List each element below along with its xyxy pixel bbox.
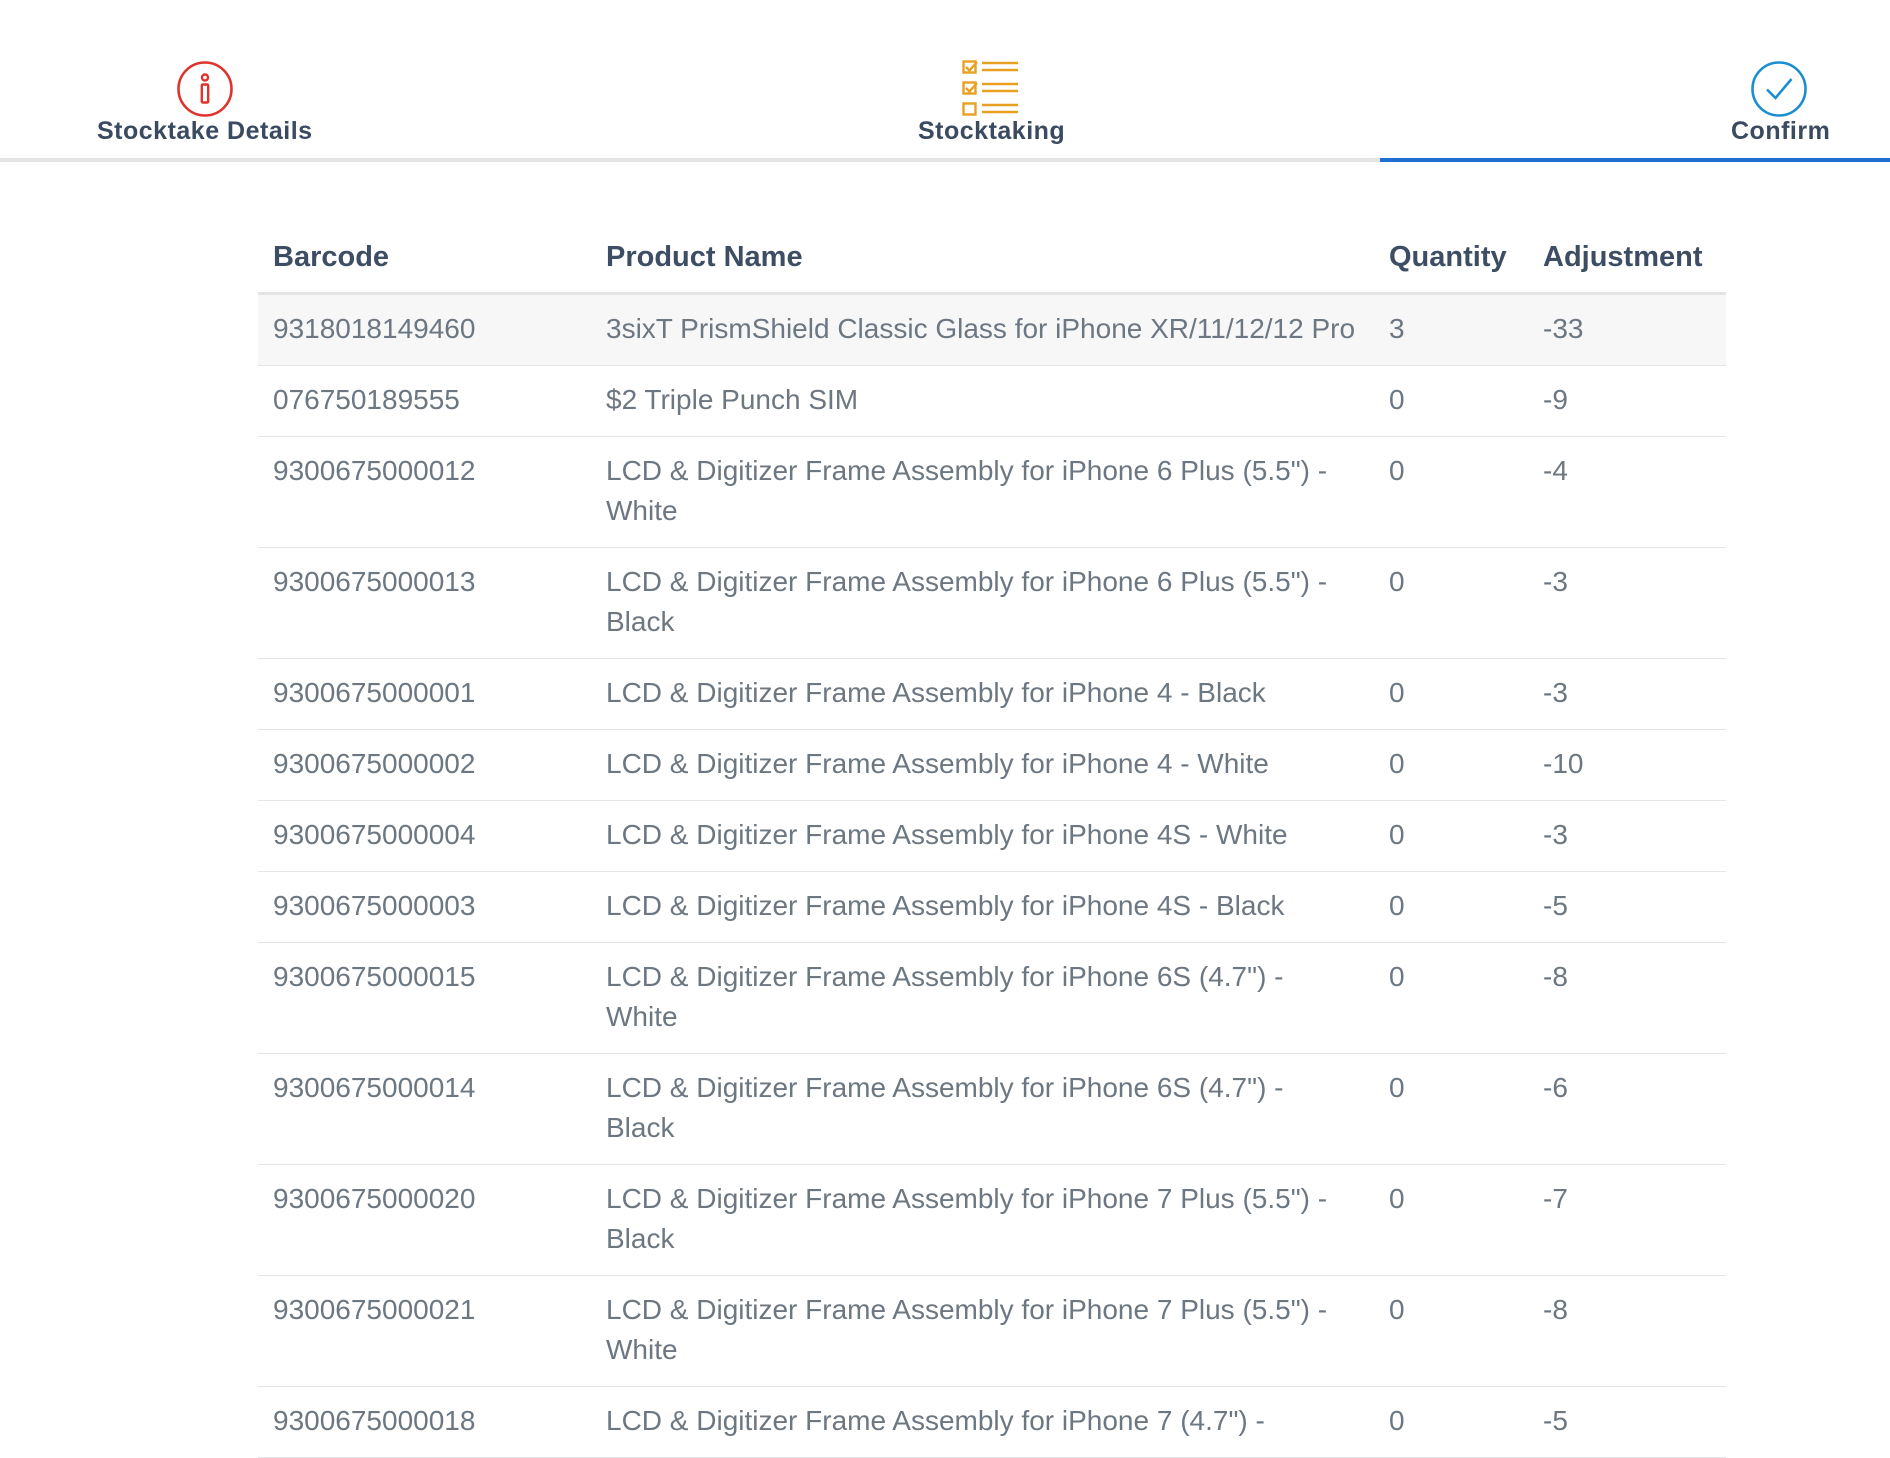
cell-barcode: 9300675000004: [258, 800, 591, 872]
tab-label: Stocktake Details: [97, 117, 313, 145]
cell-quantity: 0: [1374, 436, 1528, 548]
cell-barcode: 076750189555: [258, 365, 591, 437]
cell-product-name: LCD & Digitizer Frame Assembly for iPhon…: [591, 1275, 1374, 1387]
cell-adjustment: -10: [1528, 729, 1726, 801]
column-header-adjustment[interactable]: Adjustment: [1528, 222, 1726, 295]
cell-adjustment: -33: [1528, 293, 1726, 366]
info-icon: [176, 60, 234, 118]
cell-adjustment: -3: [1528, 800, 1726, 872]
table-row[interactable]: 076750189555 $2 Triple Punch SIM 0 -9: [258, 365, 1726, 437]
tab-label: Confirm: [1731, 117, 1831, 145]
table-row[interactable]: 9300675000004 LCD & Digitizer Frame Asse…: [258, 800, 1726, 872]
cell-barcode: 9300675000002: [258, 729, 591, 801]
tab-stocktaking[interactable]: Stocktaking: [860, 0, 1280, 162]
column-header-product-name[interactable]: Product Name: [591, 222, 1374, 295]
cell-barcode: 9300675000021: [258, 1275, 591, 1387]
cell-adjustment: -8: [1528, 1275, 1726, 1387]
checklist-icon: [962, 60, 1020, 118]
cell-adjustment: -6: [1528, 1053, 1726, 1165]
cell-barcode: 9300675000012: [258, 436, 591, 548]
column-header-barcode[interactable]: Barcode: [258, 222, 591, 295]
cell-product-name: LCD & Digitizer Frame Assembly for iPhon…: [591, 1164, 1374, 1276]
cell-quantity: 0: [1374, 1053, 1528, 1165]
cell-barcode: 9300675000018: [258, 1386, 591, 1458]
stocktake-table: Barcode Product Name Quantity Adjustment…: [258, 222, 1726, 1458]
cell-quantity: 0: [1374, 365, 1528, 437]
cell-barcode: 9318018149460: [258, 293, 591, 366]
tab-label: Stocktaking: [918, 117, 1066, 145]
cell-product-name: LCD & Digitizer Frame Assembly for iPhon…: [591, 800, 1374, 872]
cell-barcode: 9300675000003: [258, 871, 591, 943]
table-row[interactable]: 9300675000013 LCD & Digitizer Frame Asse…: [258, 547, 1726, 659]
cell-barcode: 9300675000001: [258, 658, 591, 730]
cell-quantity: 0: [1374, 942, 1528, 1054]
table-row[interactable]: 9300675000014 LCD & Digitizer Frame Asse…: [258, 1053, 1726, 1165]
column-header-quantity[interactable]: Quantity: [1374, 222, 1528, 295]
table-row[interactable]: 9300675000018 LCD & Digitizer Frame Asse…: [258, 1386, 1726, 1458]
cell-quantity: 0: [1374, 1275, 1528, 1387]
cell-product-name: LCD & Digitizer Frame Assembly for iPhon…: [591, 547, 1374, 659]
cell-product-name: 3sixT PrismShield Classic Glass for iPho…: [591, 293, 1374, 366]
cell-product-name: LCD & Digitizer Frame Assembly for iPhon…: [591, 871, 1374, 943]
table-row[interactable]: 9300675000002 LCD & Digitizer Frame Asse…: [258, 729, 1726, 801]
cell-product-name: LCD & Digitizer Frame Assembly for iPhon…: [591, 658, 1374, 730]
cell-barcode: 9300675000015: [258, 942, 591, 1054]
step-tabs: Stocktake Details Stocktaking Confirm: [0, 0, 1890, 162]
tab-stocktake-details[interactable]: Stocktake Details: [0, 0, 420, 162]
cell-quantity: 0: [1374, 547, 1528, 659]
cell-barcode: 9300675000014: [258, 1053, 591, 1165]
active-tab-indicator: [1380, 158, 1890, 162]
cell-barcode: 9300675000020: [258, 1164, 591, 1276]
cell-quantity: 0: [1374, 1164, 1528, 1276]
table-header-row: Barcode Product Name Quantity Adjustment: [258, 222, 1726, 295]
cell-adjustment: -5: [1528, 1386, 1726, 1458]
cell-quantity: 3: [1374, 293, 1528, 366]
cell-adjustment: -4: [1528, 436, 1726, 548]
table-row[interactable]: 9300675000001 LCD & Digitizer Frame Asse…: [258, 658, 1726, 730]
table-row[interactable]: 9300675000003 LCD & Digitizer Frame Asse…: [258, 871, 1726, 943]
check-circle-icon: [1750, 60, 1808, 118]
cell-product-name: LCD & Digitizer Frame Assembly for iPhon…: [591, 1386, 1374, 1458]
table-row[interactable]: 9300675000021 LCD & Digitizer Frame Asse…: [258, 1275, 1726, 1387]
cell-quantity: 0: [1374, 1386, 1528, 1458]
table-row[interactable]: 9300675000012 LCD & Digitizer Frame Asse…: [258, 436, 1726, 548]
cell-quantity: 0: [1374, 658, 1528, 730]
cell-adjustment: -3: [1528, 658, 1726, 730]
cell-adjustment: -5: [1528, 871, 1726, 943]
cell-adjustment: -9: [1528, 365, 1726, 437]
table-row[interactable]: 9300675000015 LCD & Digitizer Frame Asse…: [258, 942, 1726, 1054]
cell-barcode: 9300675000013: [258, 547, 591, 659]
cell-product-name: LCD & Digitizer Frame Assembly for iPhon…: [591, 436, 1374, 548]
cell-product-name: LCD & Digitizer Frame Assembly for iPhon…: [591, 729, 1374, 801]
table-row[interactable]: 9300675000020 LCD & Digitizer Frame Asse…: [258, 1164, 1726, 1276]
cell-product-name: LCD & Digitizer Frame Assembly for iPhon…: [591, 1053, 1374, 1165]
cell-product-name: $2 Triple Punch SIM: [591, 365, 1374, 437]
cell-adjustment: -3: [1528, 547, 1726, 659]
cell-quantity: 0: [1374, 800, 1528, 872]
cell-quantity: 0: [1374, 871, 1528, 943]
stocktake-table-container: Barcode Product Name Quantity Adjustment…: [258, 222, 1726, 1458]
tab-confirm[interactable]: Confirm: [1380, 0, 1890, 162]
cell-adjustment: -7: [1528, 1164, 1726, 1276]
table-row[interactable]: 9318018149460 3sixT PrismShield Classic …: [258, 293, 1726, 366]
cell-quantity: 0: [1374, 729, 1528, 801]
cell-adjustment: -8: [1528, 942, 1726, 1054]
cell-product-name: LCD & Digitizer Frame Assembly for iPhon…: [591, 942, 1374, 1054]
